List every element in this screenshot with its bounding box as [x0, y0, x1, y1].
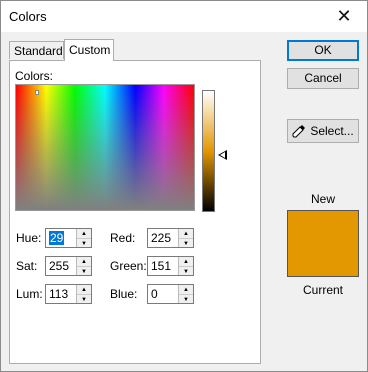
hue-spinbox[interactable]: 29 ▲ ▼ — [45, 228, 92, 248]
select-button-label: Select... — [310, 124, 354, 138]
lum-spinbox[interactable]: 113 ▲ ▼ — [45, 284, 92, 304]
sat-value[interactable]: 255 — [49, 259, 69, 273]
blue-spinbox[interactable]: 0 ▲ ▼ — [147, 284, 194, 304]
sat-up-icon[interactable]: ▲ — [77, 257, 91, 267]
luminance-slider[interactable] — [202, 90, 215, 212]
tab-standard[interactable]: Standard — [9, 41, 64, 59]
color-spectrum[interactable] — [15, 84, 195, 211]
tab-custom[interactable]: Custom — [64, 39, 114, 61]
hue-down-icon[interactable]: ▼ — [77, 239, 91, 248]
close-icon[interactable]: ✕ — [321, 1, 367, 32]
blue-label: Blue: — [110, 287, 138, 301]
window-title: Colors — [9, 9, 47, 24]
hue-value[interactable]: 29 — [49, 231, 65, 245]
lum-down-icon[interactable]: ▼ — [77, 295, 91, 304]
green-spinbox[interactable]: 151 ▲ ▼ — [147, 256, 194, 276]
hue-label: Hue: — [16, 231, 42, 245]
ok-button[interactable]: OK — [287, 40, 359, 61]
red-down-icon[interactable]: ▼ — [179, 239, 193, 248]
red-up-icon[interactable]: ▲ — [179, 229, 193, 239]
sat-label: Sat: — [16, 259, 38, 273]
lum-label: Lum: — [16, 287, 43, 301]
lum-up-icon[interactable]: ▲ — [77, 285, 91, 295]
green-value[interactable]: 151 — [151, 259, 171, 273]
luminance-arrow-icon[interactable] — [218, 150, 227, 160]
red-label: Red: — [110, 231, 136, 245]
green-down-icon[interactable]: ▼ — [179, 267, 193, 276]
title-bar: Colors ✕ — [1, 1, 367, 32]
lum-value[interactable]: 113 — [49, 287, 68, 301]
eyedropper-icon — [292, 125, 306, 138]
blue-value[interactable]: 0 — [151, 287, 158, 301]
blue-up-icon[interactable]: ▲ — [179, 285, 193, 295]
color-preview-swatch — [287, 210, 359, 277]
new-label: New — [310, 192, 335, 206]
select-button[interactable]: Select... — [287, 119, 359, 143]
green-label: Green: — [110, 259, 147, 273]
colors-dialog: Colors ✕ Standard Custom Colors: Hue: 29… — [0, 0, 368, 372]
green-up-icon[interactable]: ▲ — [179, 257, 193, 267]
red-value[interactable]: 225 — [151, 231, 171, 245]
red-spinbox[interactable]: 225 ▲ ▼ — [147, 228, 194, 248]
current-label: Current — [302, 283, 343, 297]
sat-down-icon[interactable]: ▼ — [77, 267, 91, 276]
blue-down-icon[interactable]: ▼ — [179, 295, 193, 304]
cancel-button[interactable]: Cancel — [287, 68, 359, 89]
sat-spinbox[interactable]: 255 ▲ ▼ — [45, 256, 92, 276]
custom-panel: Colors: Hue: 29 ▲ ▼ Sat: 255 ▲ ▼ Lum: 113 … — [9, 60, 261, 364]
colors-label: Colors: — [15, 69, 54, 83]
spectrum-crosshair[interactable] — [35, 90, 39, 95]
hue-up-icon[interactable]: ▲ — [77, 229, 91, 239]
